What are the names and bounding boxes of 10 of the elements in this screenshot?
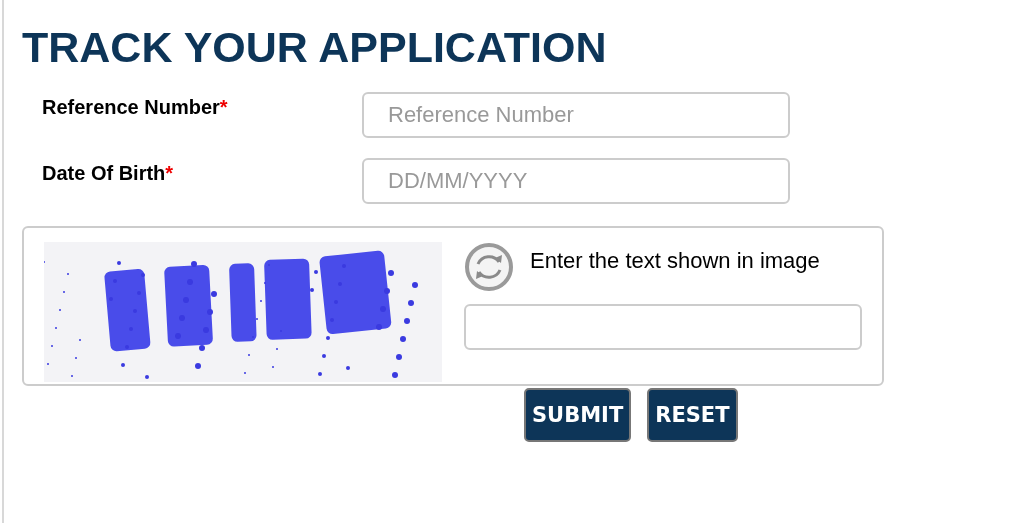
input-field[interactable]: DD/MM/YYYY: [362, 158, 790, 204]
field-label: Date Of Birth*: [42, 161, 175, 185]
submit-button[interactable]: SUBMIT: [524, 388, 632, 442]
field-label: Reference Number*: [42, 95, 229, 119]
captcha-prompt: Enter the text shown in image: [530, 247, 820, 274]
captcha-input[interactable]: [464, 304, 862, 350]
reset-button[interactable]: RESET: [647, 388, 738, 442]
refresh-icon[interactable]: [464, 242, 514, 292]
page-title: TRACK YOUR APPLICATION: [22, 22, 608, 72]
input-field[interactable]: Reference Number: [362, 92, 790, 138]
